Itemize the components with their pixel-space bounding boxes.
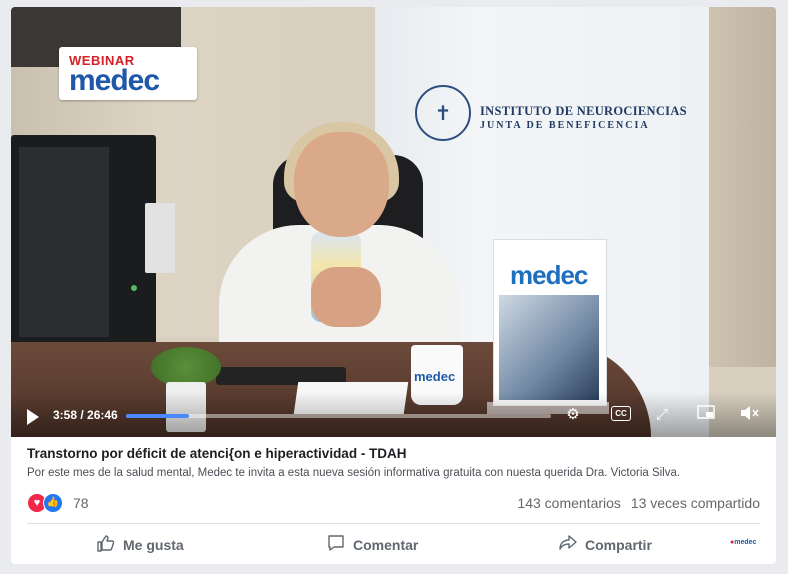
video-player[interactable]: ✝ INSTITUTO DE NEUROCIENCIAS JUNTA DE BE…	[11, 7, 776, 437]
reaction-count: 78	[73, 495, 89, 511]
banner-line1: INSTITUTO DE NEUROCIENCIAS	[480, 104, 687, 118]
picture-in-picture-icon[interactable]	[695, 405, 717, 425]
captions-cc-icon[interactable]: CC	[611, 406, 631, 421]
mug-logo-text: medec	[414, 369, 456, 384]
divider	[27, 523, 760, 524]
share-label: Compartir	[585, 537, 652, 553]
speaker-face	[294, 132, 389, 237]
printer	[145, 203, 175, 273]
post-title: Transtorno por déficit de atenci{on e hi…	[27, 446, 407, 461]
comment-button[interactable]: Comentar	[327, 534, 418, 556]
mute-speaker-icon[interactable]	[738, 405, 760, 425]
like-button[interactable]: Me gusta	[97, 534, 184, 556]
webinar-logo-badge: WEBINAR medec	[59, 47, 197, 100]
magazine-cover-image	[499, 295, 599, 400]
magazine-title: medec	[510, 260, 588, 290]
post-stats: 143 comentarios 13 veces compartido	[517, 495, 760, 511]
medec-logo-text: medec	[69, 64, 160, 97]
like-reaction-icon: 👍	[43, 493, 63, 513]
institute-seal-icon: ✝	[415, 85, 471, 141]
comment-icon	[327, 534, 345, 557]
share-button[interactable]: Compartir	[559, 534, 652, 556]
page-avatar-logo[interactable]: ●medec	[730, 539, 756, 546]
computer-monitor	[11, 135, 156, 355]
post-description: Por este mes de la salud mental, Medec t…	[27, 467, 681, 479]
comments-count[interactable]: 143 comentarios	[517, 495, 621, 511]
video-post-card: ✝ INSTITUTO DE NEUROCIENCIAS JUNTA DE BE…	[11, 7, 776, 564]
settings-gear-icon[interactable]: ⚙	[562, 405, 584, 425]
progress-fill	[126, 414, 190, 418]
banner-line2: JUNTA DE BENEFICENCIA	[480, 120, 650, 131]
comment-label: Comentar	[353, 537, 419, 553]
speaker-hands	[311, 267, 381, 327]
like-label: Me gusta	[123, 537, 184, 553]
shares-count[interactable]: 13 veces compartido	[631, 495, 760, 511]
video-time: 3:58 / 26:46	[53, 408, 118, 422]
video-controls-bar: 3:58 / 26:46 ⚙ CC ⤢	[11, 392, 776, 437]
plant	[151, 347, 221, 387]
play-icon[interactable]	[27, 409, 39, 425]
fullscreen-expand-icon[interactable]: ⤢	[651, 405, 673, 425]
share-arrow-icon	[559, 534, 577, 557]
progress-bar[interactable]	[126, 414, 551, 418]
background-wall-right	[701, 7, 776, 367]
magazine-display: medec	[493, 239, 607, 406]
thumbs-up-icon	[97, 534, 115, 557]
